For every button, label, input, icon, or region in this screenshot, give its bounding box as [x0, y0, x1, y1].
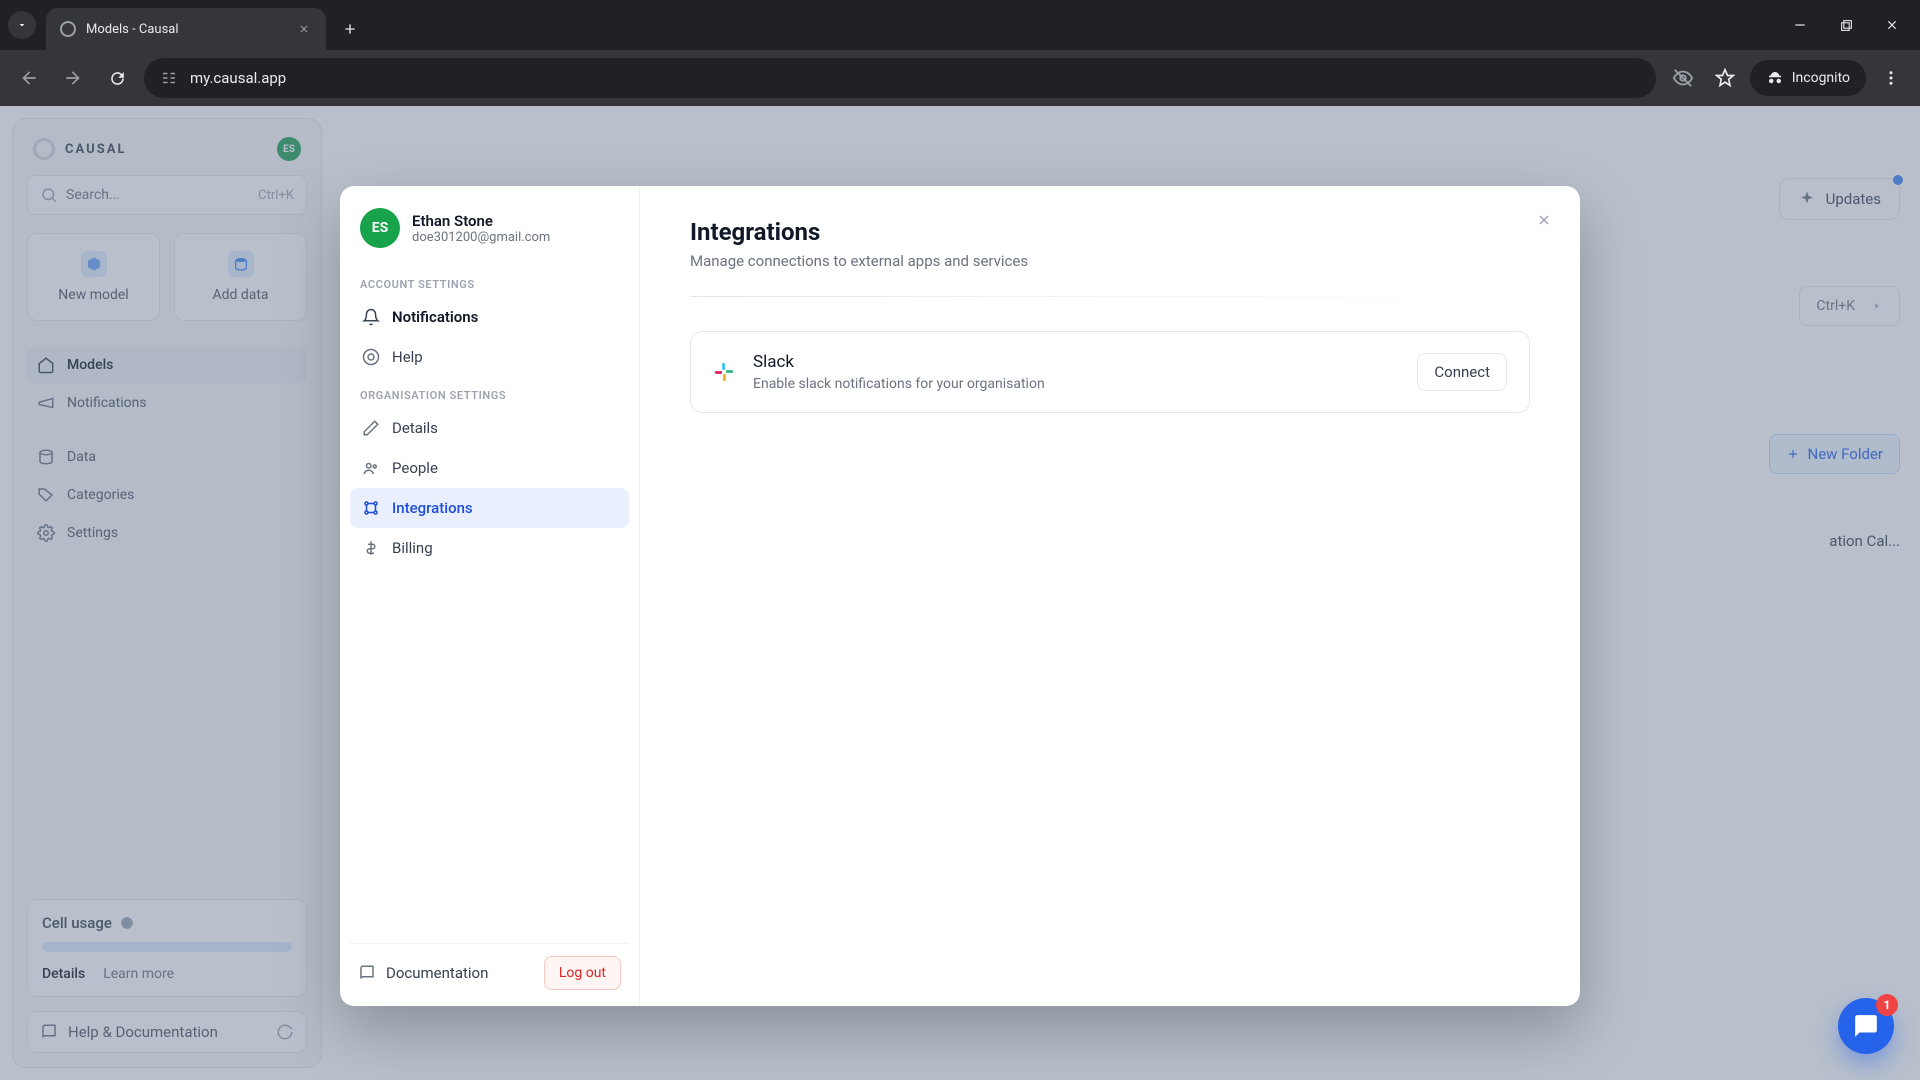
section-label-account: ACCOUNT SETTINGS: [350, 266, 629, 297]
browser-tabstrip: Models - Causal: [0, 0, 1920, 50]
new-tab-button[interactable]: [336, 15, 364, 43]
bell-icon: [362, 308, 380, 326]
settings-dialog: ES Ethan Stone doe301200@gmail.com ACCOU…: [340, 186, 1580, 1006]
section-label-org: ORGANISATION SETTINGS: [350, 377, 629, 408]
sidebar-item-help[interactable]: Help: [350, 337, 629, 377]
browser-menu-button[interactable]: [1874, 61, 1908, 95]
integration-description: Enable slack notifications for your orga…: [753, 376, 1399, 392]
tabs-dropdown-button[interactable]: [8, 11, 36, 39]
user-block: ES Ethan Stone doe301200@gmail.com: [350, 196, 629, 266]
pencil-icon: [362, 419, 380, 437]
dialog-title: Integrations: [690, 218, 1530, 246]
browser-forward-button[interactable]: [56, 61, 90, 95]
dollar-icon: [362, 539, 380, 557]
logout-button[interactable]: Log out: [544, 956, 621, 990]
browser-back-button[interactable]: [12, 61, 46, 95]
tracking-icon[interactable]: [1666, 61, 1700, 95]
tab-title: Models - Causal: [86, 22, 286, 37]
browser-address-bar[interactable]: my.causal.app: [144, 58, 1656, 98]
dialog-close-button[interactable]: [1530, 206, 1558, 234]
sidebar-item-integrations[interactable]: Integrations: [350, 488, 629, 528]
window-minimize-button[interactable]: [1790, 15, 1810, 35]
integration-name: Slack: [753, 352, 1399, 372]
sidebar-item-billing[interactable]: Billing: [350, 528, 629, 568]
sidebar-item-notifications[interactable]: Notifications: [350, 297, 629, 337]
window-maximize-button[interactable]: [1836, 15, 1856, 35]
browser-toolbar: my.causal.app Incognito: [0, 50, 1920, 106]
book-icon: [358, 964, 376, 982]
slack-icon: [713, 361, 735, 383]
incognito-chip[interactable]: Incognito: [1750, 60, 1866, 96]
documentation-link[interactable]: Documentation: [358, 964, 488, 982]
dialog-sidebar: ES Ethan Stone doe301200@gmail.com ACCOU…: [340, 186, 640, 1006]
divider: [690, 296, 1530, 297]
lifebuoy-icon: [362, 348, 380, 366]
tab-favicon: [60, 21, 76, 37]
dialog-subtitle: Manage connections to external apps and …: [690, 252, 1530, 270]
incognito-label: Incognito: [1792, 70, 1850, 86]
tab-close-button[interactable]: [296, 21, 312, 37]
integrations-icon: [362, 499, 380, 517]
window-controls: [1790, 15, 1912, 35]
user-email: doe301200@gmail.com: [412, 230, 550, 245]
dialog-main: Integrations Manage connections to exter…: [640, 186, 1580, 1006]
people-icon: [362, 459, 380, 477]
chat-badge: 1: [1876, 994, 1898, 1016]
site-settings-icon[interactable]: [160, 69, 178, 87]
sidebar-item-details[interactable]: Details: [350, 408, 629, 448]
chat-fab[interactable]: 1: [1838, 998, 1894, 1054]
app-viewport: CAUSAL ES Search... Ctrl+K New model Add…: [0, 106, 1920, 1080]
chat-icon: [1853, 1013, 1879, 1039]
close-icon: [1536, 212, 1552, 228]
bookmark-button[interactable]: [1708, 61, 1742, 95]
sidebar-item-people[interactable]: People: [350, 448, 629, 488]
incognito-icon: [1766, 69, 1784, 87]
browser-tab[interactable]: Models - Causal: [46, 8, 326, 50]
user-name: Ethan Stone: [412, 212, 550, 230]
window-close-button[interactable]: [1882, 15, 1902, 35]
browser-reload-button[interactable]: [100, 61, 134, 95]
connect-button[interactable]: Connect: [1417, 353, 1507, 391]
avatar: ES: [360, 208, 400, 248]
url-text: my.causal.app: [190, 69, 286, 87]
integration-card-slack: Slack Enable slack notifications for you…: [690, 331, 1530, 413]
